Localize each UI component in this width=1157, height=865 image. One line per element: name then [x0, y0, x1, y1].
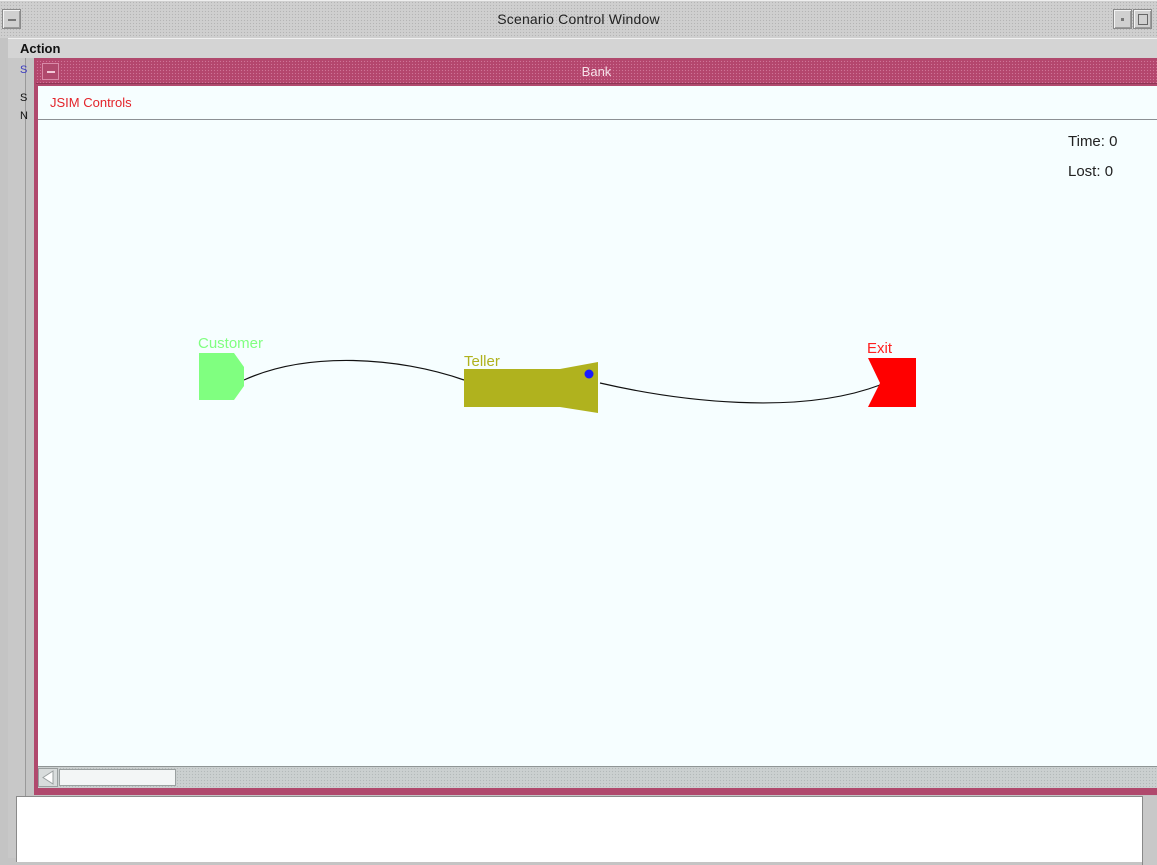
jsim-controls-bar: JSIM Controls: [38, 86, 1157, 120]
bank-window: Bank JSIM Controls Time: 0 Lost: 0 Custo…: [34, 58, 1157, 795]
outer-content-area: [16, 796, 1142, 862]
maximize-icon: [1138, 14, 1148, 25]
bank-titlebar[interactable]: Bank: [36, 60, 1157, 84]
arrow-left-icon: [42, 770, 54, 785]
minimize-icon: [1121, 18, 1124, 21]
strip-letter: N: [20, 110, 28, 122]
customer-source-icon[interactable]: [199, 353, 244, 400]
model-diagram: [199, 353, 916, 413]
simulation-canvas: Time: 0 Lost: 0 Customer Teller Exit: [38, 121, 1157, 766]
strip-letter: S: [20, 92, 28, 104]
connector-teller-exit: [599, 382, 881, 404]
strip-letter: S: [20, 64, 28, 76]
teller-queue: [464, 369, 564, 407]
scroll-left-button[interactable]: [38, 768, 58, 787]
bank-window-title: Bank: [581, 64, 612, 79]
outer-window-title: Scenario Control Window: [497, 11, 660, 27]
minimize-button[interactable]: [1113, 9, 1132, 29]
exit-sink-icon[interactable]: [868, 358, 916, 407]
bank-content: JSIM Controls Time: 0 Lost: 0 Customer T…: [38, 86, 1157, 766]
teller-server: [560, 362, 598, 413]
jsim-controls-link[interactable]: JSIM Controls: [50, 95, 132, 110]
connector-customer-teller: [243, 359, 465, 381]
menu-action[interactable]: Action: [20, 41, 60, 56]
maximize-button[interactable]: [1133, 9, 1152, 29]
horizontal-scrollbar[interactable]: [38, 766, 1157, 788]
outer-titlebar[interactable]: Scenario Control Window: [0, 0, 1157, 38]
teller-server-icon[interactable]: [464, 362, 598, 413]
left-panel-strip: S S N: [8, 58, 28, 858]
entity-token-icon: [584, 369, 594, 379]
outer-right-edge: [1142, 796, 1157, 865]
menu-bar: Action: [8, 38, 1157, 58]
scroll-thumb[interactable]: [59, 769, 176, 786]
